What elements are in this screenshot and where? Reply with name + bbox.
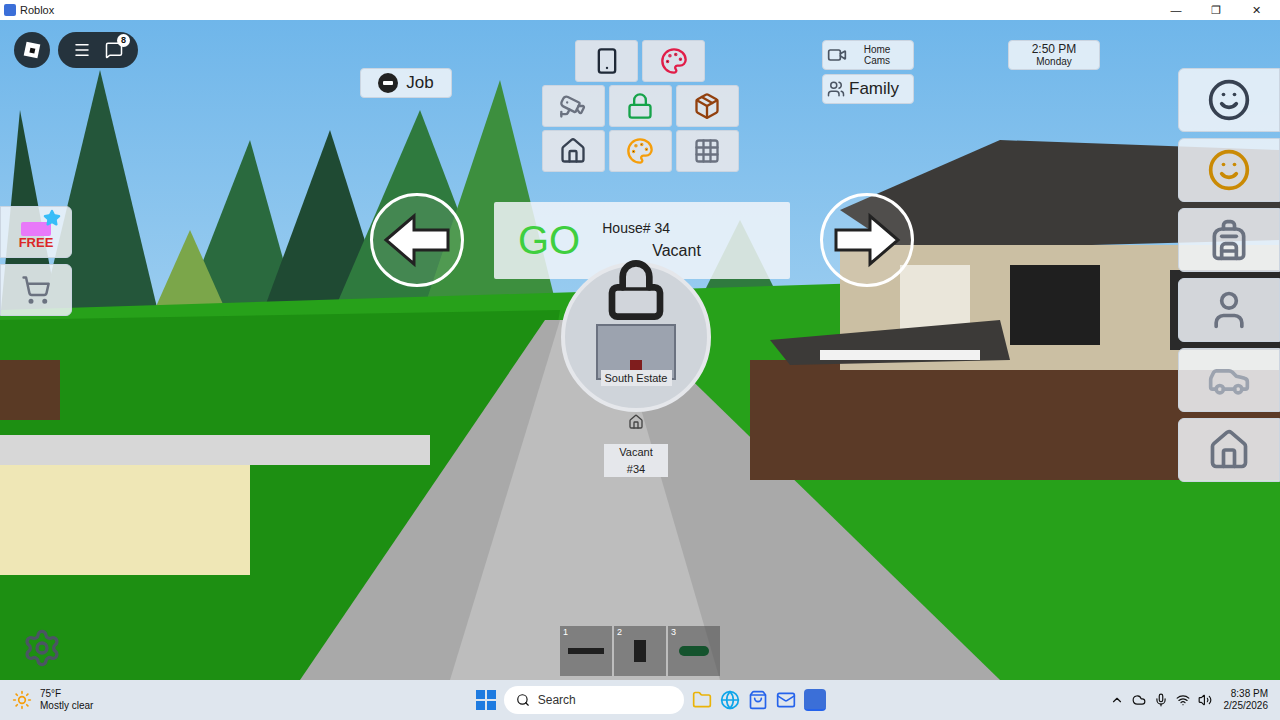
- house-tools: [540, 40, 740, 172]
- phone-icon: [593, 47, 621, 75]
- build-tool[interactable]: [542, 130, 605, 172]
- mic-icon[interactable]: [1154, 693, 1168, 707]
- go-button[interactable]: GO: [518, 220, 580, 260]
- window-control[interactable]: ❐: [1196, 2, 1236, 19]
- tray-expand-icon[interactable]: [1110, 693, 1124, 707]
- roblox-taskbar-icon[interactable]: [804, 689, 826, 711]
- home-cams-button[interactable]: Home Cams: [822, 40, 914, 70]
- weather-widget[interactable]: 75°FMostly clear: [12, 688, 192, 712]
- taskbar-search[interactable]: Search: [504, 686, 684, 714]
- color-tool[interactable]: [609, 130, 672, 172]
- house-color-tool[interactable]: [642, 40, 705, 82]
- family-button[interactable]: Family: [822, 74, 914, 104]
- face-edit-icon: [1207, 148, 1251, 192]
- settings-gear-icon[interactable]: [22, 628, 62, 668]
- chat-badge: 8: [117, 34, 130, 47]
- windows-start-icon[interactable]: [476, 690, 496, 710]
- arrow-right-icon: [832, 212, 902, 268]
- avatar-button[interactable]: [1178, 68, 1280, 132]
- storage-tool[interactable]: [676, 85, 739, 127]
- hotbar-slot[interactable]: 1: [560, 626, 612, 676]
- hotbar-slot[interactable]: 2: [614, 626, 666, 676]
- roblox-app-icon: [4, 4, 16, 16]
- job-icon: [378, 73, 398, 93]
- window-control[interactable]: —: [1156, 2, 1196, 19]
- star-icon: [43, 209, 61, 227]
- estate-name: South Estate: [601, 370, 672, 387]
- clock-area[interactable]: 8:38 PM2/25/2026: [1224, 688, 1269, 712]
- roleplay-button[interactable]: [1178, 278, 1280, 342]
- plot-sign: South Estate Vacant#34: [557, 262, 715, 477]
- roblox-menu-button[interactable]: [14, 32, 50, 68]
- plot-number: #34: [604, 461, 668, 478]
- camera-icon: [559, 92, 587, 120]
- family-icon: [827, 80, 845, 98]
- search-icon: [516, 693, 530, 707]
- window-title: Roblox: [20, 2, 54, 19]
- screen: Roblox —❐✕ 8 Job Home Cams Family 2:50 PMMonda…: [0, 0, 1280, 720]
- weather-icon: [12, 690, 32, 710]
- game-clock: 2:50 PMMonday: [1008, 40, 1100, 70]
- face-icon: [1207, 78, 1251, 122]
- taskbar: 75°FMostly clear Search 8:38 PM2/25/2026: [0, 680, 1280, 720]
- house-icon: [1207, 428, 1251, 472]
- house-number: House# 34: [602, 218, 701, 239]
- window-control[interactable]: ✕: [1236, 2, 1276, 19]
- edge-icon[interactable]: [720, 690, 740, 710]
- hamburger-icon: [73, 41, 91, 59]
- roblox-logo-icon: [24, 42, 41, 59]
- house-icon: [559, 137, 587, 165]
- character-icon: [1207, 288, 1251, 332]
- right-sidebar: [1178, 68, 1280, 482]
- lock-icon: [626, 92, 654, 120]
- mail-icon[interactable]: [776, 690, 796, 710]
- camera-house-icon: [827, 45, 847, 65]
- house-status: Vacant: [602, 239, 701, 263]
- store-icon[interactable]: [748, 690, 768, 710]
- title-bar: Roblox —❐✕: [0, 0, 1280, 20]
- plot-lock-icon: [604, 258, 668, 322]
- hotbar: 123: [560, 626, 720, 676]
- wifi-icon[interactable]: [1176, 693, 1190, 707]
- hotbar-item-icon: [679, 646, 709, 656]
- volume-icon[interactable]: [1198, 693, 1212, 707]
- cart-icon: [21, 275, 51, 305]
- lock-tool[interactable]: [609, 85, 672, 127]
- job-button[interactable]: Job: [360, 68, 452, 98]
- arrow-left-icon: [382, 212, 452, 268]
- box-icon: [693, 92, 721, 120]
- palette-icon: [660, 47, 688, 75]
- vehicle-button[interactable]: [1178, 348, 1280, 412]
- onedrive-icon[interactable]: [1132, 693, 1146, 707]
- shop-button[interactable]: [0, 264, 72, 316]
- small-house-icon: [628, 414, 644, 430]
- color-wheel-icon: [626, 137, 654, 165]
- grid-icon: [693, 137, 721, 165]
- window-tool[interactable]: [676, 130, 739, 172]
- file-explorer-icon[interactable]: [692, 690, 712, 710]
- edit-avatar-button[interactable]: [1178, 138, 1280, 202]
- phone-tool[interactable]: [575, 40, 638, 82]
- hotbar-slot[interactable]: 3: [668, 626, 720, 676]
- hotbar-item-icon: [568, 648, 604, 654]
- hotbar-item-icon: [634, 640, 646, 662]
- plot-status: Vacant: [604, 444, 668, 461]
- free-promo-button[interactable]: FREE: [0, 206, 72, 258]
- game-view[interactable]: 8 Job Home Cams Family 2:50 PMMonday FREE GO Ho…: [0, 20, 1280, 680]
- house-button[interactable]: [1178, 418, 1280, 482]
- previous-house-button[interactable]: [370, 193, 464, 287]
- menu-pill[interactable]: 8: [58, 32, 138, 68]
- next-house-button[interactable]: [820, 193, 914, 287]
- backpack-icon: [1207, 218, 1251, 262]
- camera-tool[interactable]: [542, 85, 605, 127]
- backpack-button[interactable]: [1178, 208, 1280, 272]
- car-icon: [1207, 358, 1251, 402]
